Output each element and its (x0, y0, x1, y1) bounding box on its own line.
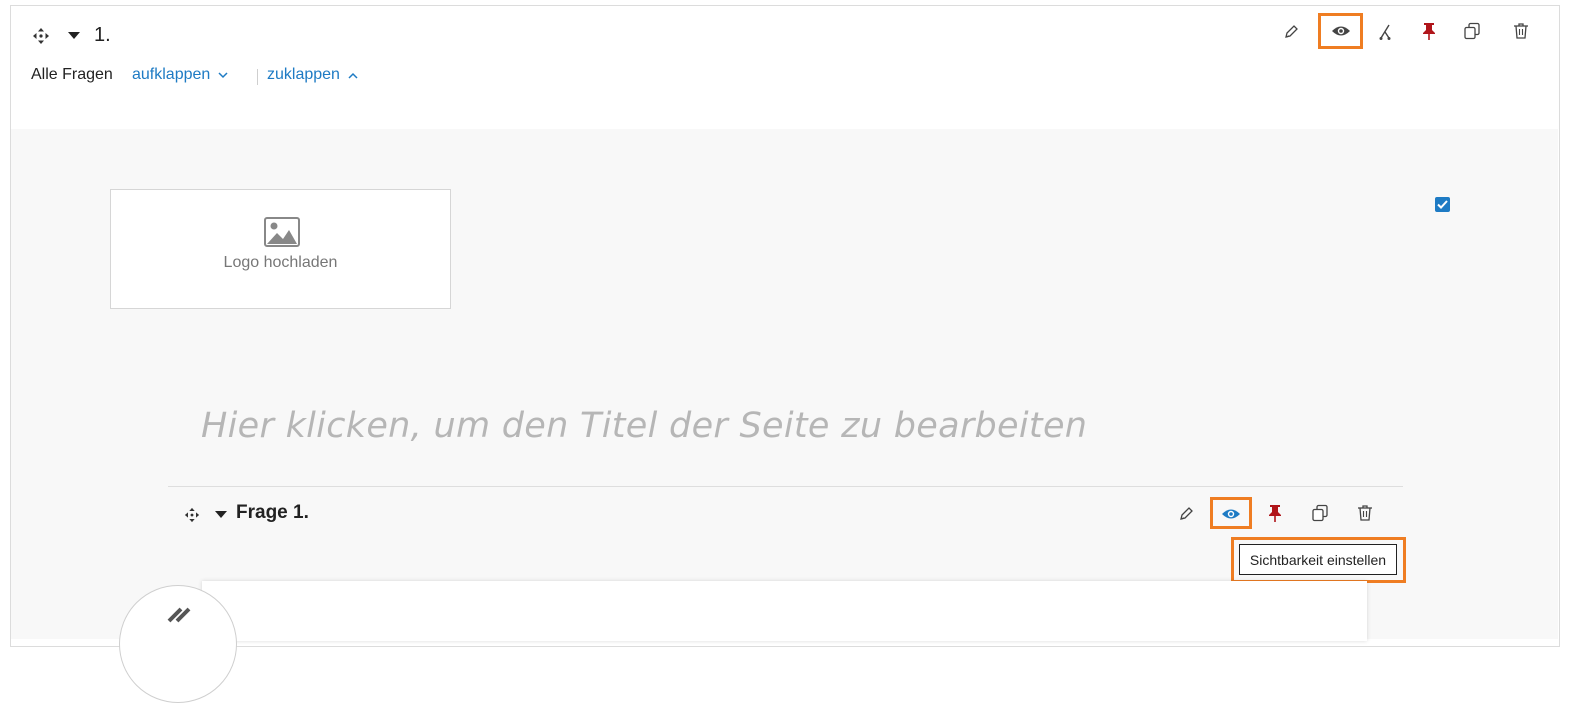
question-eye-icon[interactable] (1220, 505, 1242, 523)
all-questions-label: Alle Fragen (31, 66, 113, 83)
pin-icon[interactable] (1420, 21, 1438, 41)
edit-icon[interactable] (1281, 22, 1301, 42)
page-title-placeholder[interactable]: Hier klicken, um den Titel der Seite zu … (201, 406, 1087, 446)
chevron-down-icon (218, 71, 228, 78)
question-divider (168, 486, 1403, 487)
link-separator (257, 69, 258, 85)
question-title: Frage 1. (236, 502, 309, 523)
branch-icon[interactable] (1375, 22, 1395, 42)
copy-icon[interactable] (1462, 21, 1482, 41)
question-content-card (202, 581, 1367, 641)
logo-upload-box[interactable]: Logo hochladen (110, 189, 451, 309)
move-icon[interactable] (31, 26, 51, 46)
visibility-checkbox[interactable] (1435, 197, 1450, 212)
visibility-tooltip: Sichtbarkeit einstellen (1239, 544, 1397, 575)
question-collapse-toggle-icon[interactable] (213, 507, 229, 523)
eye-icon[interactable] (1330, 22, 1352, 40)
page-number: 1. (94, 24, 111, 46)
question-type-icon (164, 604, 194, 624)
image-icon (263, 216, 301, 248)
collapse-all-label[interactable]: zuklappen (267, 66, 340, 84)
question-edit-icon[interactable] (1176, 504, 1196, 524)
question-copy-icon[interactable] (1310, 503, 1330, 523)
logo-upload-label: Logo hochladen (223, 254, 338, 271)
question-pin-icon[interactable] (1266, 503, 1284, 523)
checkmark-icon (1437, 200, 1448, 209)
question-trash-icon[interactable] (1355, 503, 1375, 523)
collapse-all-link[interactable]: zuklappen (267, 66, 358, 84)
collapse-toggle-icon[interactable] (66, 28, 82, 44)
chevron-up-icon (348, 72, 358, 79)
question-type-button[interactable] (119, 585, 237, 703)
trash-icon[interactable] (1511, 21, 1531, 41)
expand-all-link[interactable]: aufklappen (132, 66, 228, 84)
expand-all-label[interactable]: aufklappen (132, 66, 210, 84)
question-move-icon[interactable] (183, 506, 201, 524)
